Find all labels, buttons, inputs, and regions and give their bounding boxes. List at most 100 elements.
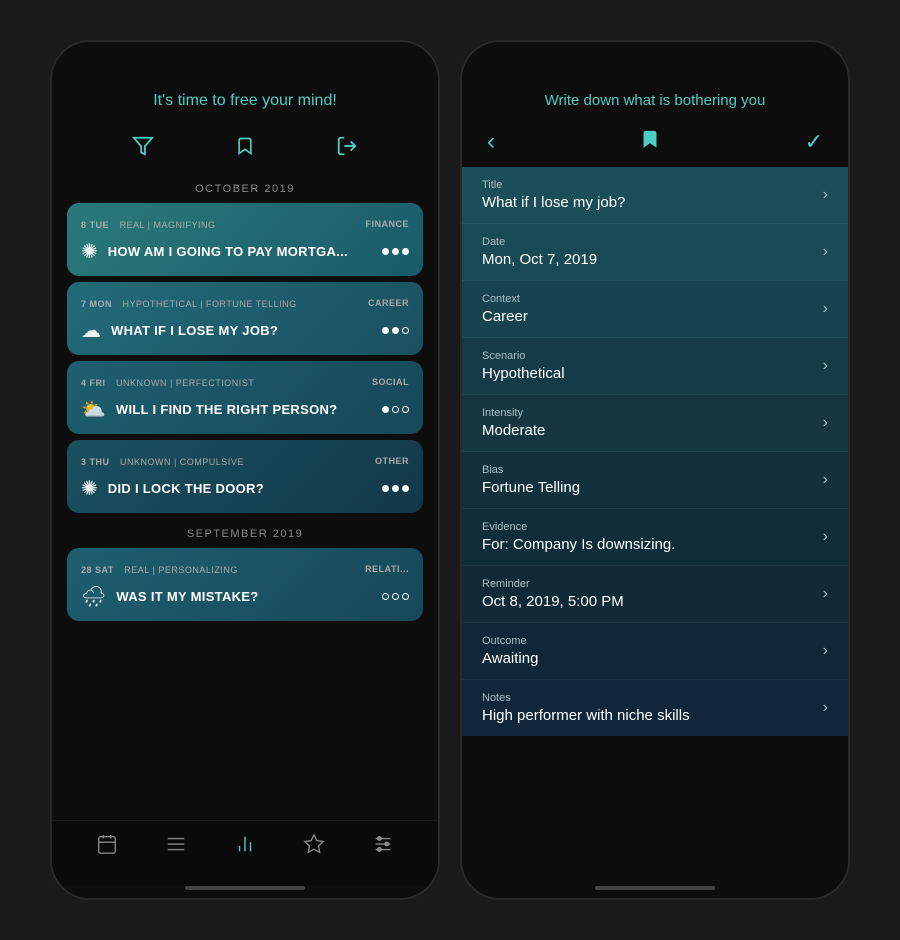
card-icon-3: ⛅ [81, 397, 106, 422]
card-icon-4: ✺ [81, 476, 98, 501]
bookmark-icon[interactable] [640, 127, 660, 157]
field-value-intensity: Moderate [482, 422, 545, 439]
card-icon-2: ☁ [81, 318, 101, 343]
card-title-2: WHAT IF I LOSE MY JOB? [111, 323, 372, 338]
month-label-sep: SEPTEMBER 2019 [67, 523, 423, 548]
field-value-title: What if I lose my job? [482, 194, 625, 211]
card-dots-4 [382, 485, 409, 492]
card-date-1: 8 TUE [81, 220, 109, 230]
field-value-scenario: Hypothetical [482, 365, 565, 382]
right-header: Write down what is bothering you [462, 42, 848, 122]
field-label-evidence: Evidence [482, 521, 675, 533]
chevron-evidence: › [823, 528, 828, 546]
detail-row-date[interactable]: Date Mon, Oct 7, 2019 › [462, 224, 848, 281]
nav-list[interactable] [165, 833, 187, 861]
card-types-3: UNKNOWN | PERFECTIONIST [110, 378, 254, 388]
field-value-bias: Fortune Telling [482, 479, 580, 496]
field-label-outcome: Outcome [482, 635, 538, 647]
field-label-intensity: Intensity [482, 407, 545, 419]
card-title-3: WILL I FIND THE RIGHT PERSON? [116, 402, 372, 417]
card-title-1: HOW AM I GOING TO PAY MORTGA... [108, 244, 372, 259]
card-dots-3 [382, 406, 409, 413]
chevron-context: › [823, 300, 828, 318]
chevron-reminder: › [823, 585, 828, 603]
field-value-reminder: Oct 8, 2019, 5:00 PM [482, 593, 624, 610]
chevron-intensity: › [823, 414, 828, 432]
chevron-bias: › [823, 471, 828, 489]
back-icon[interactable]: ‹ [487, 128, 495, 156]
detail-row-reminder[interactable]: Reminder Oct 8, 2019, 5:00 PM › [462, 566, 848, 623]
chevron-title: › [823, 186, 828, 204]
field-label-notes: Notes [482, 692, 690, 704]
worry-card-2[interactable]: 7 MON HYPOTHETICAL | FORTUNE TELLING CAR… [67, 282, 423, 355]
left-header: It's time to free your mind! [52, 42, 438, 125]
month-label-oct: OCTOBER 2019 [67, 178, 423, 203]
card-tag-5: RELATI... [365, 564, 409, 574]
field-label-bias: Bias [482, 464, 580, 476]
card-tag-1: FINANCE [366, 219, 410, 229]
detail-list: Title What if I lose my job? › Date Mon,… [462, 167, 848, 880]
worry-card-1[interactable]: 8 TUE REAL | MAGNIFYING FINANCE ✺ HOW AM… [67, 203, 423, 276]
left-tagline: It's time to free your mind! [153, 92, 337, 109]
field-value-outcome: Awaiting [482, 650, 538, 667]
worry-card-5[interactable]: 28 SAT REAL | PERSONALIZING RELATI... 🌧 … [67, 548, 423, 621]
left-toolbar [52, 125, 438, 178]
export-icon[interactable] [336, 135, 358, 163]
filter-icon[interactable] [132, 135, 154, 163]
chevron-date: › [823, 243, 828, 261]
chevron-outcome: › [823, 642, 828, 660]
detail-row-scenario[interactable]: Scenario Hypothetical › [462, 338, 848, 395]
card-dots-1 [382, 248, 409, 255]
detail-row-outcome[interactable]: Outcome Awaiting › [462, 623, 848, 680]
field-value-notes: High performer with niche skills [482, 707, 690, 724]
right-phone: Write down what is bothering you ‹ ✓ Tit… [460, 40, 850, 900]
card-date-2: 7 MON [81, 299, 112, 309]
card-date-3: 4 FRI [81, 378, 106, 388]
detail-row-context[interactable]: Context Career › [462, 281, 848, 338]
chevron-notes: › [823, 699, 828, 717]
field-label-title: Title [482, 179, 625, 191]
card-icon-5: 🌧 [81, 584, 106, 609]
check-icon[interactable]: ✓ [805, 129, 823, 155]
field-value-date: Mon, Oct 7, 2019 [482, 251, 597, 268]
left-phone: It's time to free your mind! [50, 40, 440, 900]
field-label-date: Date [482, 236, 597, 248]
card-tag-3: SOCIAL [372, 377, 409, 387]
worry-card-4[interactable]: 3 THU UNKNOWN | COMPULSIVE OTHER ✺ DID I… [67, 440, 423, 513]
card-title-4: DID I LOCK THE DOOR? [108, 481, 372, 496]
right-home-indicator [595, 886, 715, 890]
card-tag-2: CAREER [368, 298, 409, 308]
right-tagline: Write down what is bothering you [545, 92, 766, 109]
left-home-indicator [185, 886, 305, 890]
worry-card-3[interactable]: 4 FRI UNKNOWN | PERFECTIONIST SOCIAL ⛅ W… [67, 361, 423, 434]
card-types-5: REAL | PERSONALIZING [118, 565, 238, 575]
card-types-4: UNKNOWN | COMPULSIVE [114, 457, 244, 467]
card-date-5: 28 SAT [81, 565, 114, 575]
bottom-nav [52, 820, 438, 886]
nav-settings[interactable] [372, 833, 394, 861]
field-label-reminder: Reminder [482, 578, 624, 590]
detail-row-evidence[interactable]: Evidence For: Company Is downsizing. › [462, 509, 848, 566]
nav-chart[interactable] [234, 833, 256, 861]
nav-star[interactable] [303, 833, 325, 861]
card-dots-2 [382, 327, 409, 334]
card-types-2: HYPOTHETICAL | FORTUNE TELLING [116, 299, 296, 309]
chevron-scenario: › [823, 357, 828, 375]
right-toolbar: ‹ ✓ [462, 122, 848, 167]
detail-row-intensity[interactable]: Intensity Moderate › [462, 395, 848, 452]
field-value-context: Career [482, 308, 528, 325]
field-value-evidence: For: Company Is downsizing. [482, 536, 675, 553]
card-types-1: REAL | MAGNIFYING [113, 220, 215, 230]
nav-calendar[interactable] [96, 833, 118, 861]
card-tag-4: OTHER [375, 456, 409, 466]
cards-area: OCTOBER 2019 8 TUE REAL | MAGNIFYING FIN… [52, 178, 438, 820]
detail-row-bias[interactable]: Bias Fortune Telling › [462, 452, 848, 509]
card-icon-1: ✺ [81, 239, 98, 264]
card-title-5: WAS IT MY MISTAKE? [116, 589, 372, 604]
field-label-context: Context [482, 293, 528, 305]
bookmark-icon[interactable] [235, 135, 255, 163]
detail-row-notes[interactable]: Notes High performer with niche skills › [462, 680, 848, 736]
card-dots-5 [382, 593, 409, 600]
detail-row-title[interactable]: Title What if I lose my job? › [462, 167, 848, 224]
field-label-scenario: Scenario [482, 350, 565, 362]
